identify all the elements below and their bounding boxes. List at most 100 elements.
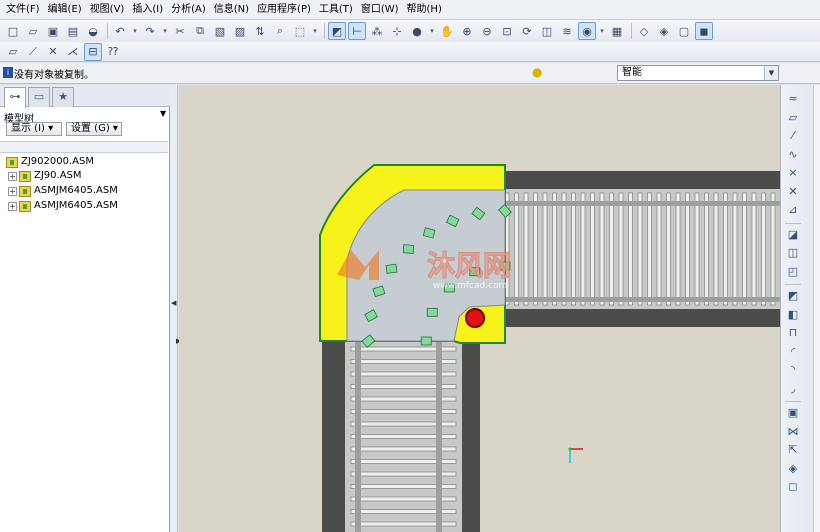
hidden-line-icon[interactable]: ◈ xyxy=(655,22,673,40)
regenerate-icon[interactable]: ⇅ xyxy=(251,22,269,40)
point-display-icon[interactable]: ⁂ xyxy=(368,22,386,40)
menu-analysis[interactable]: 分析(A) xyxy=(167,1,210,19)
zoom-in-icon[interactable]: ⊕ xyxy=(458,22,476,40)
show-button[interactable]: 显示 (I) ▾ xyxy=(6,122,62,136)
datum-point-icon[interactable]: ✕ xyxy=(44,43,62,61)
shading-icon[interactable]: ● xyxy=(408,22,426,40)
chevron-down-icon[interactable]: ▼ xyxy=(764,66,778,80)
trim-tool-icon[interactable]: ◻ xyxy=(784,479,802,495)
print-icon[interactable]: ▤ xyxy=(64,22,82,40)
mirror-tool-icon[interactable]: ⋈ xyxy=(784,424,802,440)
hole-tool-icon[interactable]: ⊓ xyxy=(784,325,802,341)
point-tool-icon[interactable]: × xyxy=(784,165,802,181)
message-area: i 没有对象被复制。 ● 智能 ▼ xyxy=(0,63,820,84)
spin-center-icon[interactable]: ⟳ xyxy=(518,22,536,40)
graphics-window[interactable]: 沐风网 www.mfcad.com xyxy=(179,85,780,532)
menu-edit[interactable]: 编辑(E) xyxy=(44,1,86,19)
open-folder-icon[interactable]: ▱ xyxy=(24,22,42,40)
csys-tool-icon[interactable]: ✕ xyxy=(784,184,802,200)
assemble-tool-icon[interactable]: ◫ xyxy=(784,245,802,261)
folder-browser-tab-icon[interactable]: ▭ xyxy=(28,87,50,107)
no-hidden-icon[interactable]: ▢ xyxy=(675,22,693,40)
view-dropdown-icon[interactable]: ▾ xyxy=(598,22,606,40)
settings-button[interactable]: 设置 (G) ▾ xyxy=(66,122,122,136)
expand-icon[interactable]: + xyxy=(8,201,17,211)
revolve-tool-icon[interactable]: ◧ xyxy=(784,307,802,323)
menu-insert[interactable]: 插入(I) xyxy=(128,1,167,19)
shading-dropdown-icon[interactable]: ▾ xyxy=(428,22,436,40)
collapse-left-icon[interactable]: ◀ xyxy=(171,299,176,307)
pattern-tool-icon[interactable]: ▣ xyxy=(784,405,802,421)
csys-icon[interactable]: ⋌ xyxy=(64,43,82,61)
model-tree-tab-icon[interactable]: ⊶ xyxy=(4,87,26,108)
wireframe-icon[interactable]: ◇ xyxy=(635,22,653,40)
axis-display-icon[interactable]: ⊢ xyxy=(348,22,366,40)
menu-window[interactable]: 窗口(W) xyxy=(357,1,403,19)
menu-file[interactable]: 文件(F) xyxy=(2,1,44,19)
menu-view[interactable]: 视图(V) xyxy=(86,1,129,19)
datum-display-icon[interactable]: ◩ xyxy=(328,22,346,40)
select-box-icon[interactable]: ⬚ xyxy=(291,22,309,40)
tree-item-asmjm6405-1[interactable]: + ASMJM6405.ASM xyxy=(8,184,118,198)
undo-icon[interactable]: ↶ xyxy=(111,22,129,40)
round-tool-icon[interactable]: ◜ xyxy=(784,344,802,360)
shaded-icon[interactable]: ◼ xyxy=(695,22,713,40)
create-component-icon[interactable]: ◰ xyxy=(784,264,802,280)
merge-tool-icon[interactable]: ◈ xyxy=(784,461,802,477)
panel-splitter[interactable]: ◀ ▶ xyxy=(170,85,181,532)
tree-item-label: ZJ902000.ASM xyxy=(21,156,94,167)
new-file-icon[interactable]: □ xyxy=(4,22,22,40)
plane-tool-icon[interactable]: ▱ xyxy=(784,110,802,126)
component-tool-icon[interactable]: ◪ xyxy=(784,227,802,243)
tree-item-root[interactable]: ZJ902000.ASM xyxy=(6,155,94,169)
menu-help[interactable]: 帮助(H) xyxy=(403,1,446,19)
extrude-tool-icon[interactable]: ◩ xyxy=(784,288,802,304)
menu-info[interactable]: 信息(N) xyxy=(210,1,253,19)
curve-tool-icon[interactable]: ∿ xyxy=(784,147,802,163)
tree-item-asmjm6405-2[interactable]: + ASMJM6405.ASM xyxy=(8,199,118,213)
layers-icon[interactable]: ≋ xyxy=(558,22,576,40)
datum-axis-icon[interactable]: ⟋ xyxy=(24,43,42,61)
save-icon[interactable]: ▣ xyxy=(44,22,62,40)
refit-icon[interactable]: ⊡ xyxy=(498,22,516,40)
chamfer-tool-icon[interactable]: ◝ xyxy=(784,362,802,378)
chevron-down-icon[interactable]: ▼ xyxy=(160,109,166,118)
zoom-out-icon[interactable]: ⊖ xyxy=(478,22,496,40)
send-mail-icon[interactable]: ◒ xyxy=(84,22,102,40)
expand-icon[interactable]: + xyxy=(8,186,17,196)
sketch-tool-icon[interactable]: ≈ xyxy=(784,91,802,107)
draft-tool-icon[interactable]: ◞ xyxy=(784,381,802,397)
help-pointer-icon[interactable]: ⁇ xyxy=(104,43,122,61)
roller xyxy=(751,192,757,306)
menu-applications[interactable]: 应用程序(P) xyxy=(253,1,315,19)
redo-icon[interactable]: ↷ xyxy=(141,22,159,40)
favorites-tab-icon[interactable]: ★ xyxy=(52,87,74,107)
copy-icon[interactable]: ⧉ xyxy=(191,22,209,40)
axis-tool-icon[interactable]: ⁄ xyxy=(784,128,802,144)
select-dropdown-icon[interactable]: ▾ xyxy=(311,22,319,40)
redo-dropdown-icon[interactable]: ▾ xyxy=(161,22,169,40)
lightbulb-icon[interactable]: ● xyxy=(532,65,542,80)
assembly-icon xyxy=(19,200,31,212)
move-tool-icon[interactable]: ⇱ xyxy=(784,442,802,458)
menu-tools[interactable]: 工具(T) xyxy=(315,1,357,19)
csys-display-icon[interactable]: ⊹ xyxy=(388,22,406,40)
select-filter-icon[interactable]: ⊟ xyxy=(84,42,102,61)
undo-dropdown-icon[interactable]: ▾ xyxy=(131,22,139,40)
roller xyxy=(609,192,614,306)
paste-icon[interactable]: ▧ xyxy=(211,22,229,40)
tree-item-zj90[interactable]: + ZJ90.ASM xyxy=(8,169,82,183)
analysis-tool-icon[interactable]: ⊿ xyxy=(784,202,802,218)
cut-icon[interactable]: ✂ xyxy=(171,22,189,40)
paste-special-icon[interactable]: ▨ xyxy=(231,22,249,40)
view-style-icon[interactable]: ◉ xyxy=(578,22,596,40)
view-manager-icon[interactable]: ▦ xyxy=(608,22,626,40)
pan-icon[interactable]: ✋ xyxy=(438,22,456,40)
find-icon[interactable]: ⌕ xyxy=(271,22,289,40)
saved-views-icon[interactable]: ◫ xyxy=(538,22,556,40)
roller xyxy=(552,192,557,306)
expand-icon[interactable]: + xyxy=(8,171,17,181)
datum-plane-icon[interactable]: ▱ xyxy=(4,43,22,61)
toolbar-overflow-strip xyxy=(813,85,820,532)
selection-filter-dropdown[interactable]: 智能 ▼ xyxy=(617,65,779,81)
